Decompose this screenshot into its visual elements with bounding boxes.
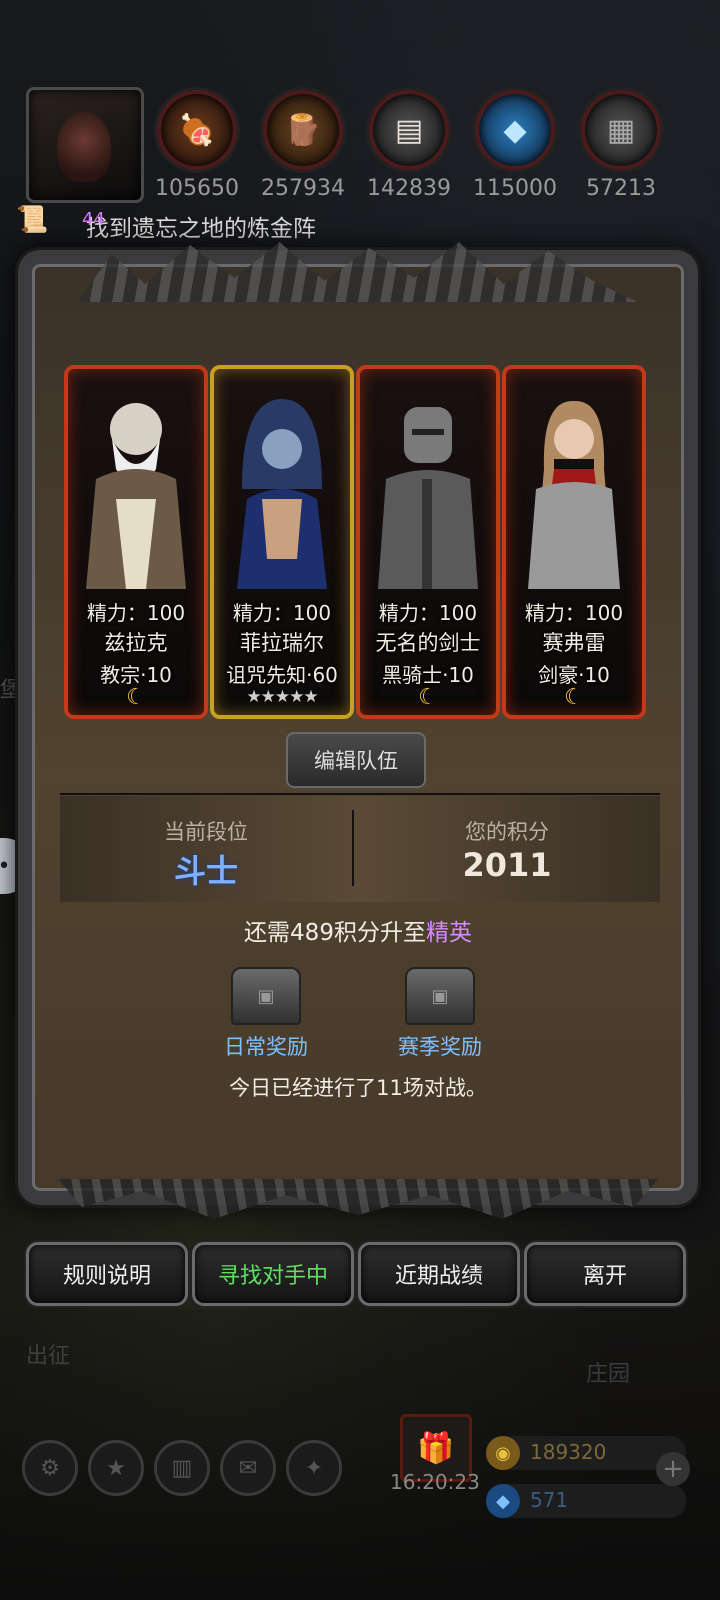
arena-panel: 精力：100 兹拉克 教宗·10 ☾ 精力：100 菲拉瑞尔 诅咒先知·60 ★…: [18, 242, 698, 1219]
hero-class: 教宗·10: [100, 663, 172, 687]
hero-class: 黑骑士·10: [382, 663, 474, 687]
rank-score-box: 当前段位 斗士 您的积分 2011: [60, 796, 660, 902]
resource-value: 105650: [155, 176, 239, 201]
resource-value: 115000: [473, 176, 557, 201]
hero-stamina: 精力：100: [524, 601, 624, 625]
resource-value: 57213: [586, 176, 656, 201]
promotion-target: 精英: [425, 920, 472, 946]
gold-icon: ◉: [486, 1436, 520, 1470]
player-avatar[interactable]: [26, 87, 144, 203]
daily-reward[interactable]: ▣ 日常奖励: [196, 967, 336, 1061]
iron-icon: ▤: [369, 90, 449, 170]
resource-wood[interactable]: 🪵 257934: [258, 90, 348, 201]
hero-name: 菲拉瑞尔: [240, 631, 324, 655]
moon-icon: ☾: [418, 685, 438, 710]
wood-icon: 🪵: [263, 90, 343, 170]
meat-icon: 🍖: [157, 90, 237, 170]
gold-value: 189320: [530, 1440, 607, 1464]
hero-name: 赛弗雷: [542, 631, 606, 655]
hero-card[interactable]: 精力：100 无名的剑士 黑骑士·10 ☾: [356, 365, 500, 719]
promotion-requirement: 还需489积分升至精英: [18, 913, 698, 947]
hero-portrait: [528, 400, 620, 589]
divider: [60, 793, 660, 795]
edit-team-button[interactable]: 编辑队伍: [286, 732, 426, 788]
resource-stone[interactable]: ▦ 57213: [576, 90, 666, 201]
gem-value: 571: [530, 1488, 569, 1512]
hero-stamina: 精力：100: [232, 601, 332, 625]
stone-icon: ▦: [581, 90, 661, 170]
resource-meat[interactable]: 🍖 105650: [152, 90, 242, 201]
recent-records-button[interactable]: 近期战绩: [358, 1242, 520, 1306]
mail-icon[interactable]: ✉: [220, 1440, 276, 1496]
gem-icon: ◆: [486, 1484, 520, 1518]
map-icon[interactable]: ✦: [286, 1440, 342, 1496]
resource-value: 142839: [367, 176, 451, 201]
hero-name: 兹拉克: [104, 631, 168, 655]
chest-icon: ▣: [231, 967, 301, 1025]
hero-stamina: 精力：100: [86, 601, 186, 625]
rank-value: 斗士: [173, 852, 238, 890]
score-label: 您的积分: [465, 820, 549, 844]
hero-portrait: [86, 403, 186, 589]
quest-tracker[interactable]: 📜 找到遗忘之地的炼金阵 44: [16, 205, 396, 242]
hero-card[interactable]: 精力：100 菲拉瑞尔 诅咒先知·60 ★★★★★: [210, 365, 354, 719]
battles-today: 今日已经进行了11场对战。: [229, 1076, 487, 1100]
quest-text: 找到遗忘之地的炼金阵: [86, 216, 316, 242]
avatar-face: [57, 112, 111, 182]
moon-icon: ☾: [126, 685, 146, 710]
hero-card[interactable]: 精力：100 兹拉克 教宗·10 ☾: [64, 365, 208, 719]
crystal-icon: ◆: [475, 90, 555, 170]
hero-name: 无名的剑士: [375, 631, 481, 655]
score-value: 2011: [462, 846, 552, 884]
quest-level: 44: [82, 209, 105, 230]
resource-value: 257934: [261, 176, 345, 201]
moon-icon: ☾: [564, 685, 584, 710]
add-currency-icon[interactable]: +: [656, 1452, 690, 1486]
book-icon[interactable]: ▥: [154, 1440, 210, 1496]
star-rating: ★★★★★: [246, 687, 318, 707]
clock-time: 16:20:23: [390, 1470, 480, 1494]
daily-reward-label: 日常奖励: [224, 1035, 308, 1059]
gem-counter: ◆ 571: [486, 1484, 686, 1518]
season-reward-label: 赛季奖励: [398, 1035, 482, 1059]
resource-crystal[interactable]: ◆ 115000: [470, 90, 560, 201]
hero-team: 精力：100 兹拉克 教宗·10 ☾ 精力：100 菲拉瑞尔 诅咒先知·60 ★…: [64, 365, 664, 725]
hero-portrait: [378, 407, 478, 589]
hero-class: 剑豪·10: [538, 663, 610, 687]
chest-icon: ▣: [405, 967, 475, 1025]
scroll-icon: 📜: [16, 205, 49, 235]
resource-iron[interactable]: ▤ 142839: [364, 90, 454, 201]
star-icon[interactable]: ★: [88, 1440, 144, 1496]
hero-class: 诅咒先知·60: [226, 663, 338, 687]
hero-portrait: [237, 399, 327, 589]
promotion-prefix: 还需489积分升至: [244, 920, 426, 946]
hero-stamina: 精力：100: [378, 601, 478, 625]
hero-card[interactable]: 精力：100 赛弗雷 剑豪·10 ☾: [502, 365, 646, 719]
searching-opponent-button[interactable]: 寻找对手中: [192, 1242, 354, 1306]
rules-button[interactable]: 规则说明: [26, 1242, 188, 1306]
rank-label: 当前段位: [164, 820, 248, 844]
season-reward[interactable]: ▣ 赛季奖励: [370, 967, 510, 1061]
leave-button[interactable]: 离开: [524, 1242, 686, 1306]
settings-icon[interactable]: ⚙: [22, 1440, 78, 1496]
